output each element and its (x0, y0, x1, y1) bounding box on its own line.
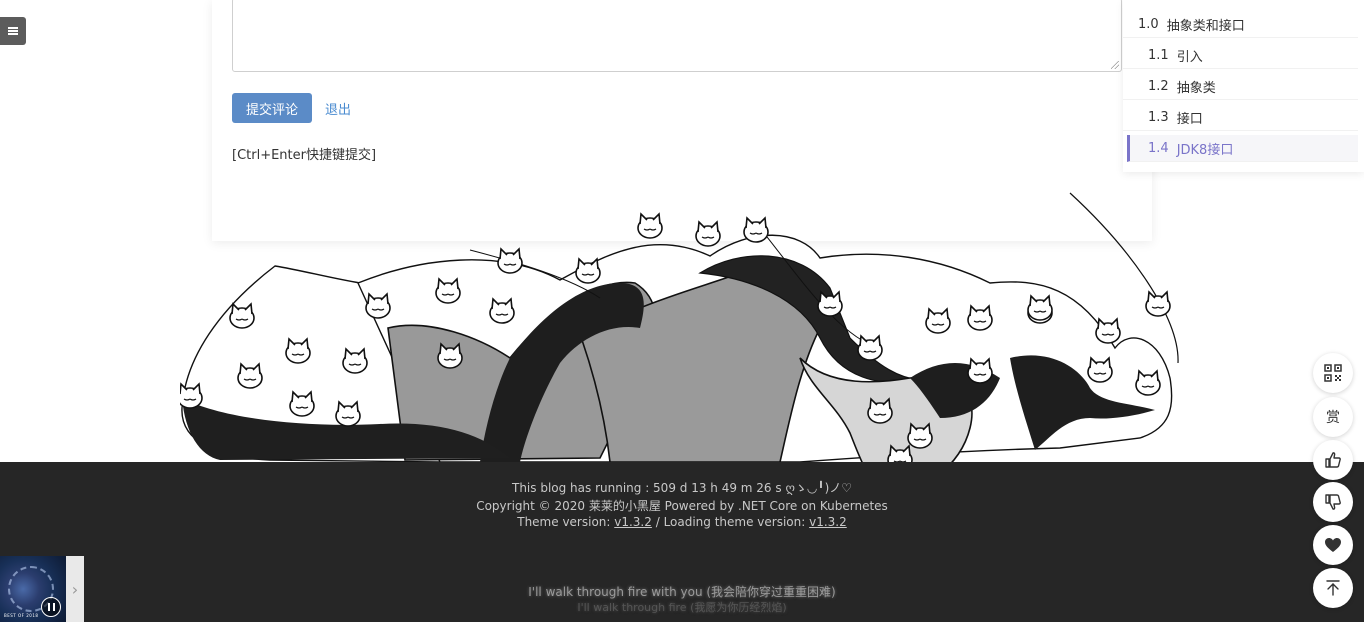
thumbs-down-icon (1325, 494, 1341, 510)
table-of-contents: 1.0 抽象类和接口 1.1 引入 1.2 抽象类 1.3 接口 1.4 JDK… (1123, 0, 1364, 172)
cover-caption: BEST OF 2018 (4, 613, 39, 618)
arrow-up-icon (1326, 580, 1340, 596)
reward-button[interactable]: 赏 (1313, 397, 1353, 437)
resize-handle[interactable] (1111, 61, 1119, 69)
decorative-cat-ribbon-illustration (180, 192, 1179, 497)
chevron-right-icon: › (71, 579, 79, 599)
reward-label: 赏 (1326, 410, 1340, 426)
lyric-next-line: I'll walk through fire (我愿为你历经烈焰) (577, 601, 787, 614)
favorite-button[interactable] (1313, 525, 1353, 565)
heart-icon (1325, 538, 1341, 552)
like-button[interactable] (1313, 440, 1353, 480)
pause-icon (47, 603, 50, 611)
back-to-top-button[interactable] (1313, 568, 1353, 608)
lyric-current-line: I'll walk through fire with you (我会陪你穿过重… (528, 585, 836, 599)
toc-item[interactable]: 1.2 抽象类 (1123, 73, 1358, 100)
toc-item[interactable]: 1.1 引入 (1123, 42, 1358, 69)
copyright-text: Copyright © 2020 莱莱的小黑屋 Powered by .NET … (476, 499, 888, 513)
music-player-cover[interactable]: BEST OF 2018 (0, 556, 66, 622)
toc-item-active[interactable]: 1.4 JDK8接口 (1127, 135, 1358, 162)
toc-item[interactable]: 1.0 抽象类和接口 (1123, 11, 1358, 38)
submit-comment-button[interactable]: 提交评论 (232, 93, 312, 123)
dislike-button[interactable] (1313, 482, 1353, 522)
thumbs-up-icon (1325, 452, 1341, 468)
qrcode-button[interactable] (1313, 353, 1353, 393)
qrcode-icon (1324, 364, 1342, 382)
logout-link[interactable]: 退出 (325, 99, 351, 118)
loading-theme-version-link[interactable]: v1.3.2 (809, 515, 847, 529)
site-footer: This blog has running : 509 d 13 h 49 m … (0, 462, 1364, 622)
theme-version-link[interactable]: v1.3.2 (614, 515, 652, 529)
toc-item[interactable]: 1.3 接口 (1123, 104, 1358, 131)
running-time: This blog has running : 509 d 13 h 49 m … (511, 481, 853, 495)
comment-textarea[interactable] (232, 0, 1122, 72)
theme-version-line: Theme version: v1.3.2 / Loading theme ve… (517, 515, 847, 529)
pause-button[interactable] (41, 597, 61, 617)
sidebar-menu-button[interactable] (0, 17, 26, 45)
shortcut-hint: [Ctrl+Enter快捷键提交] (232, 148, 377, 163)
hamburger-icon (8, 27, 18, 35)
player-expand-toggle[interactable]: › (66, 556, 84, 622)
